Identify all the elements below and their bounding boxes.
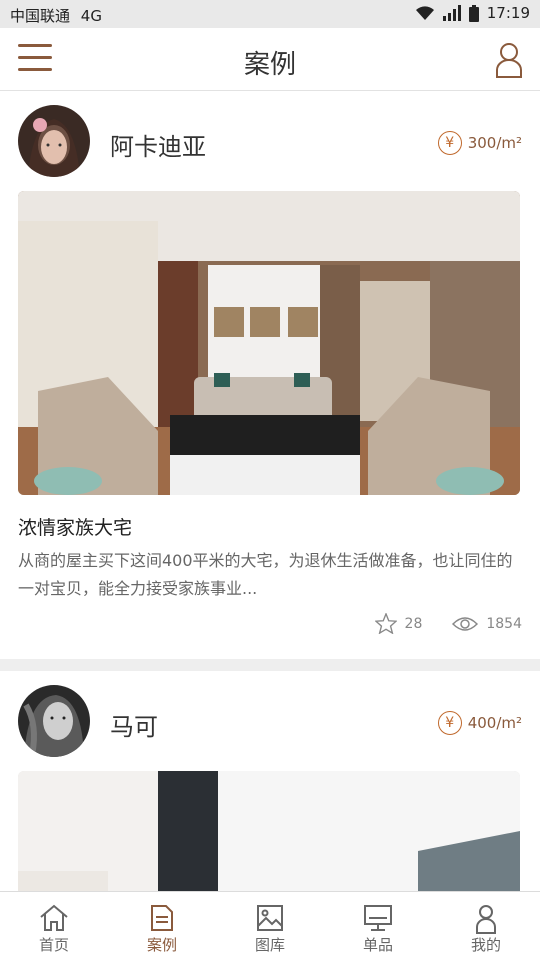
- tab-gallery[interactable]: 图库: [216, 892, 324, 961]
- price-value: 300/m²: [467, 134, 522, 152]
- tab-mine[interactable]: 我的: [432, 892, 540, 961]
- avatar[interactable]: [18, 105, 90, 177]
- star-icon[interactable]: [374, 613, 397, 634]
- yen-icon: ¥: [437, 711, 462, 735]
- network-type: 4G: [80, 7, 102, 25]
- image-icon: [257, 905, 283, 931]
- case-description: 从商的屋主买下这间400平米的大宅，为退休生活做准备，也让同住的一对宝贝，能全力…: [18, 551, 513, 598]
- avatar[interactable]: [18, 685, 90, 757]
- case-card[interactable]: 阿卡迪亚 ¥ 300/m² 浓情家族大宅 从商的屋主买下这间400平米的大宅，为…: [0, 91, 540, 659]
- eye-icon: [452, 616, 479, 631]
- view-stat: 1854: [452, 615, 522, 633]
- favorite-count: 28: [404, 615, 423, 632]
- tab-home[interactable]: 首页: [0, 892, 108, 961]
- price-value: 400/m²: [467, 714, 522, 732]
- carrier-info: 中国联通 4G: [10, 5, 102, 26]
- price-tag: ¥ 400/m²: [437, 711, 522, 735]
- user-icon: [476, 905, 496, 934]
- tab-label: 我的: [470, 936, 501, 954]
- app-header: 案例: [0, 28, 540, 91]
- author-name[interactable]: 马可: [110, 707, 158, 742]
- author-name[interactable]: 阿卡迪亚: [110, 127, 206, 162]
- home-icon: [40, 904, 68, 931]
- case-title[interactable]: 浓情家族大宅: [18, 513, 132, 540]
- tab-label: 单品: [362, 936, 393, 954]
- case-list[interactable]: 阿卡迪亚 ¥ 300/m² 浓情家族大宅 从商的屋主买下这间400平米的大宅，为…: [0, 91, 540, 891]
- status-bar: 中国联通 4G 17:19: [0, 0, 540, 28]
- bottom-tab-bar: 首页 案例 图库 单品 我的: [0, 891, 540, 961]
- wifi-icon: [415, 6, 434, 20]
- status-icons: 17:19: [415, 4, 530, 22]
- signal-icon: [442, 5, 461, 21]
- price-tag: ¥ 300/m²: [437, 131, 522, 155]
- battery-icon: [468, 4, 479, 22]
- user-icon[interactable]: [494, 42, 524, 78]
- yen-icon: ¥: [437, 131, 462, 155]
- case-card[interactable]: 马可 ¥ 400/m²: [0, 671, 540, 891]
- view-count: 1854: [486, 615, 522, 632]
- monitor-icon: [364, 905, 392, 931]
- tab-products[interactable]: 单品: [324, 892, 432, 961]
- tab-label: 案例: [146, 936, 177, 954]
- carrier-name: 中国联通: [10, 7, 71, 25]
- case-photo[interactable]: [18, 191, 520, 495]
- case-photo[interactable]: [18, 771, 520, 891]
- tab-label: 首页: [38, 936, 69, 954]
- tab-label: 图库: [254, 936, 285, 954]
- tab-cases[interactable]: 案例: [108, 892, 216, 961]
- document-icon: [151, 905, 173, 931]
- favorite-stat[interactable]: 28: [374, 613, 423, 634]
- page-title: 案例: [243, 50, 296, 80]
- clock: 17:19: [486, 4, 530, 22]
- case-stats: 28 1854: [374, 613, 522, 634]
